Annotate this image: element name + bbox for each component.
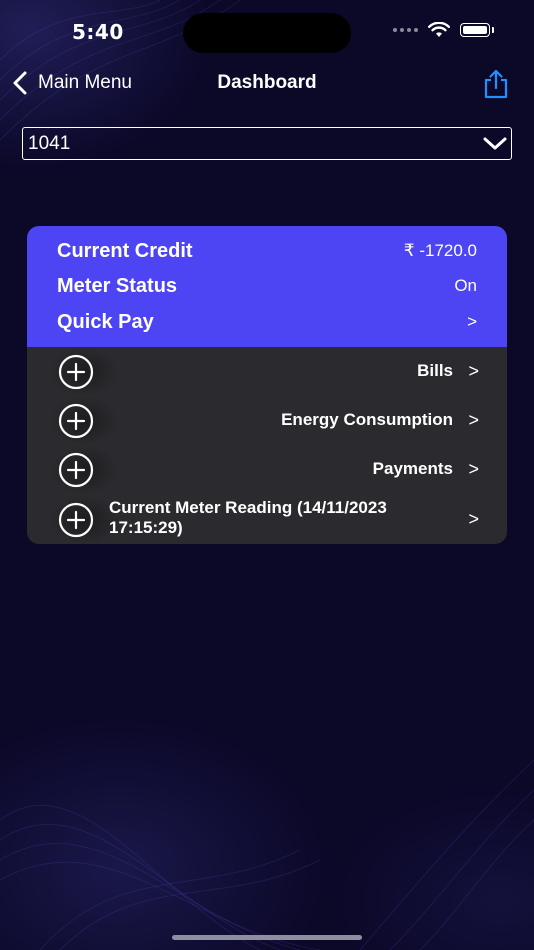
wifi-icon bbox=[428, 22, 450, 37]
status-indicators bbox=[393, 22, 494, 38]
meter-dropdown[interactable]: 1041 bbox=[22, 127, 512, 160]
section-label: Bills bbox=[417, 361, 453, 380]
section-label: Current Meter Reading (14/11/2023 17:15:… bbox=[109, 498, 387, 537]
quick-pay-label: Quick Pay bbox=[57, 310, 154, 333]
meter-status-value: On bbox=[454, 276, 477, 295]
section-payments[interactable]: Payments > bbox=[27, 445, 507, 495]
status-bar: 5:40 bbox=[0, 0, 534, 64]
page-title: Dashboard bbox=[217, 72, 317, 93]
summary-panel: Current Credit ₹ -1720.0 Meter Status On… bbox=[27, 226, 507, 347]
expand-plus-icon bbox=[49, 347, 119, 397]
section-arrow: > bbox=[468, 410, 479, 430]
current-credit-label: Current Credit bbox=[57, 239, 193, 262]
signal-dots-icon bbox=[393, 28, 418, 32]
section-arrow: > bbox=[468, 361, 479, 381]
battery-icon bbox=[460, 23, 494, 37]
navigation-bar: Main Menu Dashboard bbox=[0, 64, 534, 108]
section-energy-consumption[interactable]: Energy Consumption > bbox=[27, 396, 507, 446]
share-button[interactable] bbox=[482, 68, 510, 104]
dashboard-card: Current Credit ₹ -1720.0 Meter Status On… bbox=[27, 226, 507, 544]
expand-plus-icon bbox=[49, 495, 119, 544]
dynamic-island bbox=[183, 13, 351, 53]
section-bills[interactable]: Bills > bbox=[27, 347, 507, 397]
section-arrow: > bbox=[468, 509, 479, 529]
meter-dropdown-value: 1041 bbox=[28, 132, 71, 154]
meter-status-label: Meter Status bbox=[57, 274, 178, 297]
share-icon bbox=[484, 69, 508, 99]
sections-list: Bills > Energy Consumption > Payments > bbox=[27, 347, 507, 544]
section-label: Energy Consumption bbox=[281, 410, 453, 429]
quick-pay-arrow: > bbox=[467, 312, 477, 331]
section-label: Payments bbox=[372, 459, 453, 478]
current-credit-value: ₹ -1720.0 bbox=[403, 241, 477, 260]
expand-plus-icon bbox=[49, 445, 119, 495]
meter-status-row: Meter Status On bbox=[57, 271, 477, 301]
home-indicator[interactable] bbox=[172, 935, 362, 940]
section-current-meter-reading[interactable]: Current Meter Reading (14/11/2023 17:15:… bbox=[27, 494, 507, 544]
current-credit-row: Current Credit ₹ -1720.0 bbox=[57, 236, 477, 266]
expand-plus-icon bbox=[49, 396, 119, 446]
chevron-down-icon bbox=[483, 137, 507, 150]
status-time: 5:40 bbox=[72, 20, 124, 44]
section-arrow: > bbox=[468, 459, 479, 479]
quick-pay-button[interactable]: Quick Pay > bbox=[57, 307, 477, 337]
